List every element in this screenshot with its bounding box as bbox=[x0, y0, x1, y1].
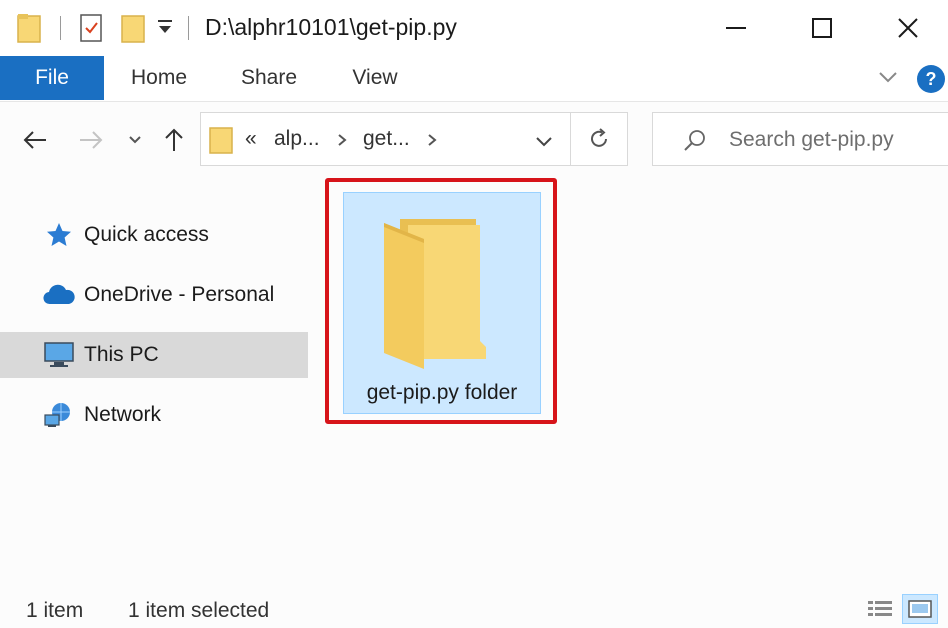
address-history-button[interactable] bbox=[535, 135, 553, 153]
item-count: 1 item bbox=[26, 599, 84, 622]
nav-item-label: Quick access bbox=[84, 223, 209, 246]
close-icon bbox=[898, 18, 918, 38]
search-input[interactable]: Search get-pip.py bbox=[729, 128, 894, 152]
toolbar-separator bbox=[60, 16, 61, 40]
maximize-icon bbox=[812, 18, 832, 38]
breadcrumb-item[interactable]: get... bbox=[363, 127, 410, 151]
recent-locations-button[interactable] bbox=[124, 122, 146, 158]
up-button[interactable] bbox=[158, 122, 190, 158]
nav-item-label: Network bbox=[84, 403, 162, 426]
tab-file[interactable]: File bbox=[0, 56, 104, 100]
arrow-left-icon bbox=[23, 131, 46, 149]
folder-icon bbox=[209, 125, 233, 160]
arrow-up-icon bbox=[165, 128, 183, 151]
close-button[interactable] bbox=[878, 8, 938, 48]
highlight-box bbox=[325, 178, 557, 424]
large-icons-view-icon bbox=[908, 600, 932, 618]
star-icon bbox=[42, 220, 76, 250]
breadcrumb-item[interactable]: alp... bbox=[274, 127, 320, 151]
tab-share[interactable]: Share bbox=[230, 56, 308, 100]
nav-item-network[interactable]: Network bbox=[0, 392, 308, 438]
forward-button[interactable] bbox=[74, 122, 108, 158]
nav-item-this-pc[interactable]: This PC bbox=[0, 332, 308, 378]
navigation-pane: Quick access OneDrive - Personal This PC… bbox=[0, 178, 310, 578]
nav-item-onedrive[interactable]: OneDrive - Personal bbox=[0, 272, 308, 318]
nav-item-label: OneDrive - Personal bbox=[84, 283, 275, 306]
tab-view[interactable]: View bbox=[338, 56, 412, 100]
folder-icon[interactable] bbox=[16, 12, 42, 49]
svg-text:?: ? bbox=[926, 69, 937, 89]
selection-count: 1 item selected bbox=[128, 599, 270, 622]
title-bar: D:\alphr10101\get-pip.py bbox=[0, 0, 948, 56]
window-title: D:\alphr10101\get-pip.py bbox=[205, 14, 457, 40]
back-button[interactable] bbox=[18, 122, 52, 158]
refresh-button[interactable] bbox=[570, 112, 628, 166]
details-view-icon bbox=[868, 601, 892, 616]
minimize-icon bbox=[726, 27, 746, 29]
help-icon: ? bbox=[917, 65, 945, 93]
arrow-right-icon bbox=[80, 131, 103, 149]
chevron-down-icon bbox=[879, 72, 897, 83]
help-button[interactable]: ? bbox=[916, 64, 946, 99]
minimize-button[interactable] bbox=[706, 8, 766, 48]
refresh-icon bbox=[591, 128, 607, 147]
tab-home[interactable]: Home bbox=[120, 56, 198, 100]
search-box[interactable]: Search get-pip.py bbox=[652, 112, 948, 166]
nav-item-label: This PC bbox=[84, 343, 159, 366]
chevron-down-icon bbox=[129, 136, 141, 144]
customize-dropdown-icon[interactable] bbox=[156, 18, 174, 43]
new-folder-icon[interactable] bbox=[120, 12, 146, 49]
ribbon-tabs: File Home Share View ? bbox=[0, 56, 948, 102]
details-view-button[interactable] bbox=[862, 594, 898, 624]
toolbar-separator bbox=[188, 16, 189, 40]
large-icons-view-button[interactable] bbox=[902, 594, 938, 624]
chevron-right-icon[interactable] bbox=[427, 133, 437, 152]
expand-ribbon-button[interactable] bbox=[878, 70, 898, 89]
address-bar[interactable]: « alp... get... bbox=[200, 112, 628, 166]
cloud-icon bbox=[42, 280, 76, 310]
chevron-right-icon[interactable] bbox=[337, 133, 347, 152]
breadcrumb-overflow[interactable]: « bbox=[245, 127, 257, 151]
search-icon bbox=[683, 129, 707, 158]
properties-icon[interactable] bbox=[78, 12, 104, 49]
maximize-button[interactable] bbox=[792, 8, 852, 48]
nav-item-quick-access[interactable]: Quick access bbox=[0, 212, 308, 258]
status-bar: 1 item 1 item selected bbox=[0, 594, 948, 628]
network-icon bbox=[42, 400, 76, 430]
monitor-icon bbox=[42, 340, 76, 370]
chevron-down-icon bbox=[536, 137, 552, 147]
